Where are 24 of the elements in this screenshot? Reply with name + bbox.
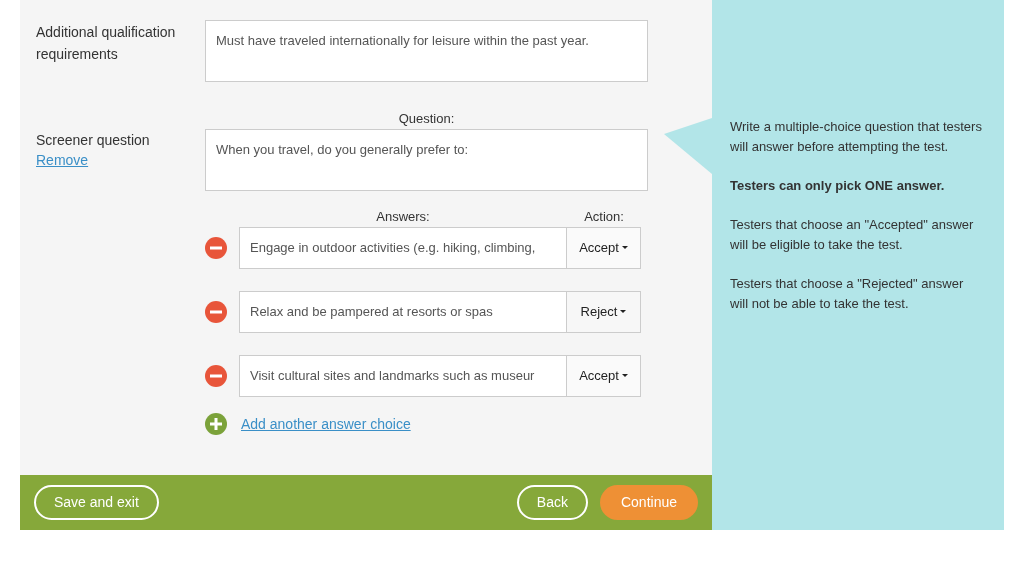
remove-icon[interactable]	[205, 365, 227, 387]
answer-field[interactable]: Visit cultural sites and landmarks such as museur	[239, 355, 567, 397]
help-text: Testers that choose a "Rejected" answer will not be able to take the test.	[730, 275, 965, 313]
requirements-textarea[interactable]: Must have traveled internationally for leisure within the past year.	[205, 20, 648, 82]
caret-icon	[621, 374, 628, 378]
caret-icon	[620, 310, 627, 314]
help-text: Testers can only pick ONE answer.	[730, 177, 946, 195]
answers-heading: Answers:	[376, 208, 430, 226]
add-icon[interactable]	[205, 413, 227, 435]
question-heading: Question:	[398, 110, 455, 128]
help-text: Write a multiple-choice question that testers will answer before attempting the test.	[730, 118, 983, 156]
remove-icon[interactable]	[205, 237, 227, 259]
action-dropdown[interactable]: Reject	[567, 291, 641, 333]
answer-field[interactable]: Engage in outdoor activities (e.g. hiking, climbing,	[239, 227, 567, 269]
field-label: Additional qualification requirements	[36, 23, 177, 64]
action-heading: Action:	[584, 208, 624, 226]
action-dropdown[interactable]: Accept	[567, 355, 641, 397]
caret-icon	[621, 246, 628, 250]
action-dropdown[interactable]: Accept	[567, 227, 641, 269]
field-label: Screener question	[36, 131, 150, 150]
answer-field[interactable]: Relax and be pampered at resorts or spas	[239, 291, 567, 333]
question-textarea[interactable]: When you travel, do you generally prefer to:	[205, 129, 648, 191]
remove-icon[interactable]	[205, 301, 227, 323]
help-text: Testers that choose an "Accepted" answer will be eligible to take the test.	[730, 216, 975, 254]
